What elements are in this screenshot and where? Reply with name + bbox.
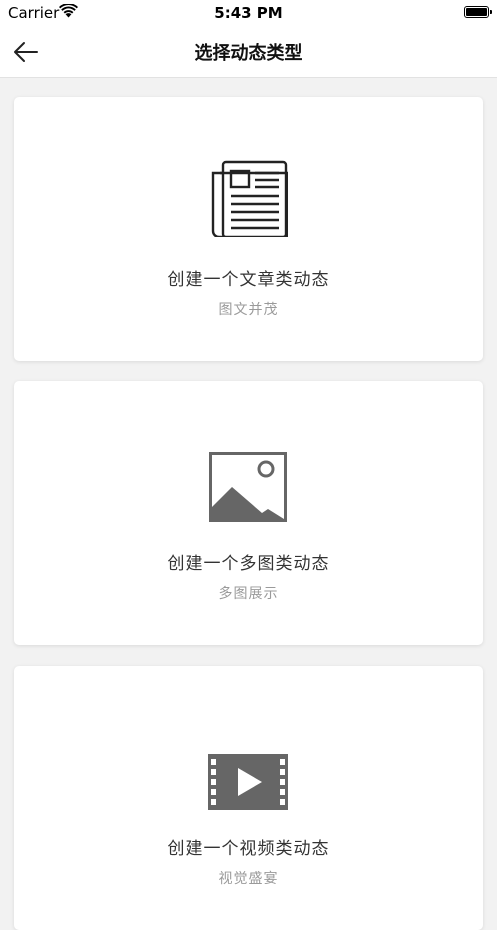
- card-title: 创建一个视频类动态: [167, 839, 330, 859]
- card-subtitle: 图文并茂: [218, 302, 279, 318]
- video-post-card[interactable]: 创建一个视频类动态 视觉盛宴: [14, 666, 483, 930]
- battery-icon: [464, 6, 489, 18]
- image-icon: [209, 452, 287, 522]
- newspaper-icon: [211, 160, 288, 237]
- card-subtitle: 视觉盛宴: [218, 871, 279, 887]
- card-subtitle: 多图展示: [218, 586, 279, 602]
- status-time: 5:43 PM: [214, 4, 283, 22]
- status-bar: Carrier 5:43 PM: [0, 0, 497, 26]
- page-title: 选择动态类型: [194, 43, 303, 64]
- battery-level-fill: [466, 8, 487, 16]
- multi-image-post-card[interactable]: 创建一个多图类动态 多图展示: [14, 381, 483, 645]
- video-icon: [208, 754, 288, 810]
- article-post-card[interactable]: 创建一个文章类动态 图文并茂: [14, 97, 483, 361]
- card-title: 创建一个多图类动态: [167, 554, 330, 574]
- card-title: 创建一个文章类动态: [167, 270, 330, 290]
- nav-bar: 选择动态类型: [0, 26, 497, 78]
- battery-nub: [490, 10, 492, 14]
